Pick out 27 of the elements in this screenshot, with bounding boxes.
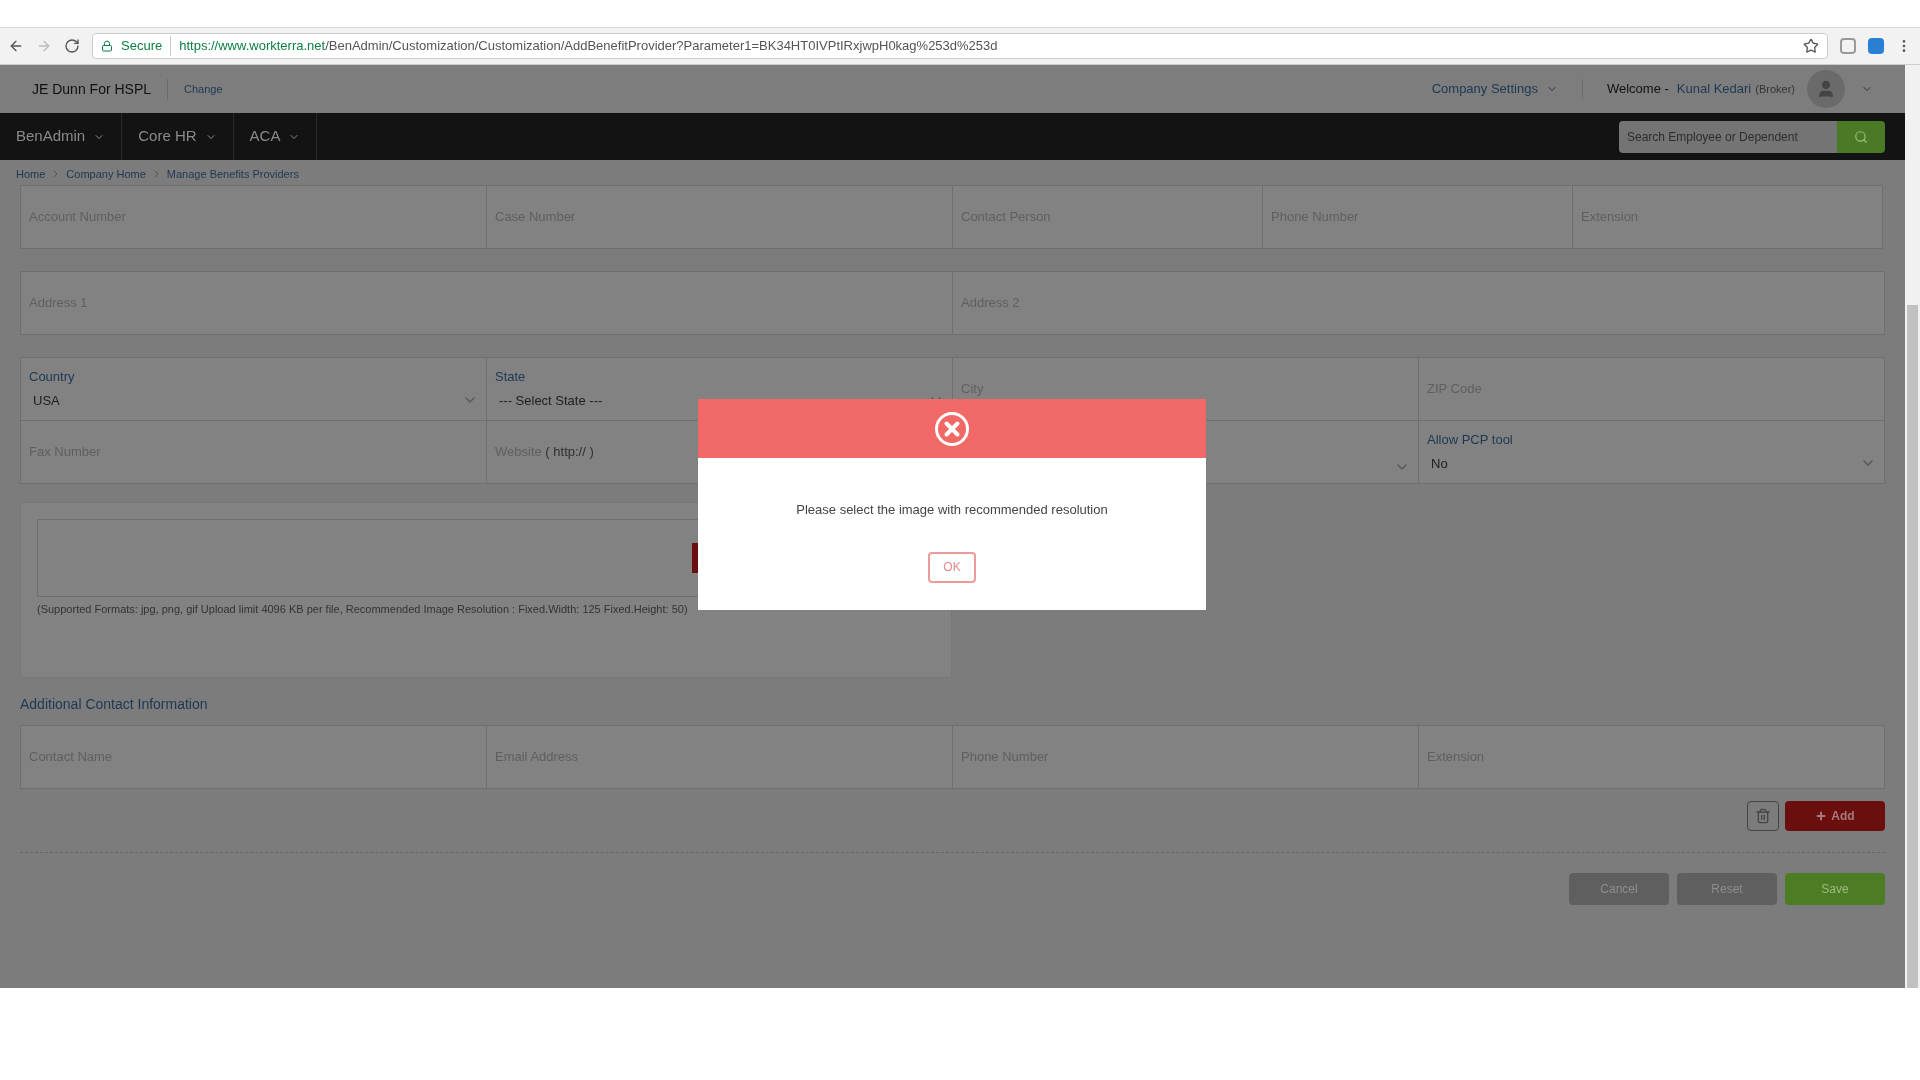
user-role: (Broker) [1754,81,1795,97]
breadcrumb-link[interactable]: Home [16,166,46,183]
ok-button[interactable]: OK [928,551,976,583]
change-link[interactable]: Change [168,80,223,98]
breadcrumb-link[interactable]: Company Home [66,166,146,183]
company-name: JE Dunn For HSPL [32,78,169,100]
field-label: State [495,368,527,386]
breadcrumb-link[interactable]: Manage Benefits Providers [166,166,299,183]
nav-menu[interactable]: Core HR [122,113,234,160]
section-title: Additional Contact Information [20,694,209,714]
company-settings-menu[interactable]: Company Settings [1431,79,1583,99]
field-label: Allow PCP tool [1427,431,1514,449]
select-field[interactable]: USA [29,390,478,410]
user-name-link[interactable]: Kunal Kedari [1668,79,1752,99]
nav-menu[interactable]: BenAdmin [0,113,123,160]
field-label: Country [29,368,76,386]
modal-message: Please select the image with recommended resolution [796,501,1108,519]
upload-note: (Supported Formats: jpg, png, gif Upload limit 4096 KB per file, Recommended Image Resolution : Fixed.Width: 125 Fixed.Height: 50) [37,601,689,617]
search-field[interactable]: Search Employee or Dependent [1619,120,1837,153]
nav-menu[interactable]: ACA [233,113,318,160]
url-text: https://www.workterra.net/BenAdmin/Customization/Customization/AddBenefitProvider?Parameter1=BK34HT0IVPtIRxjwpH0kag%253d%253d [179,37,998,56]
add-button[interactable]: Add [1785,800,1885,831]
select-field[interactable]: No [1427,453,1876,473]
secure-label: Secure [121,36,172,56]
address-bar[interactable]: Secure https://www.workterra.net/BenAdmin/Customization/Customization/AddBenefitProvider?Parameter1=BK34HT0IVPtIRxjwpH0kag%253d%253d [92,33,1828,59]
welcome-label: Welcome - [1605,80,1669,99]
save-button[interactable]: Save [1785,872,1885,905]
